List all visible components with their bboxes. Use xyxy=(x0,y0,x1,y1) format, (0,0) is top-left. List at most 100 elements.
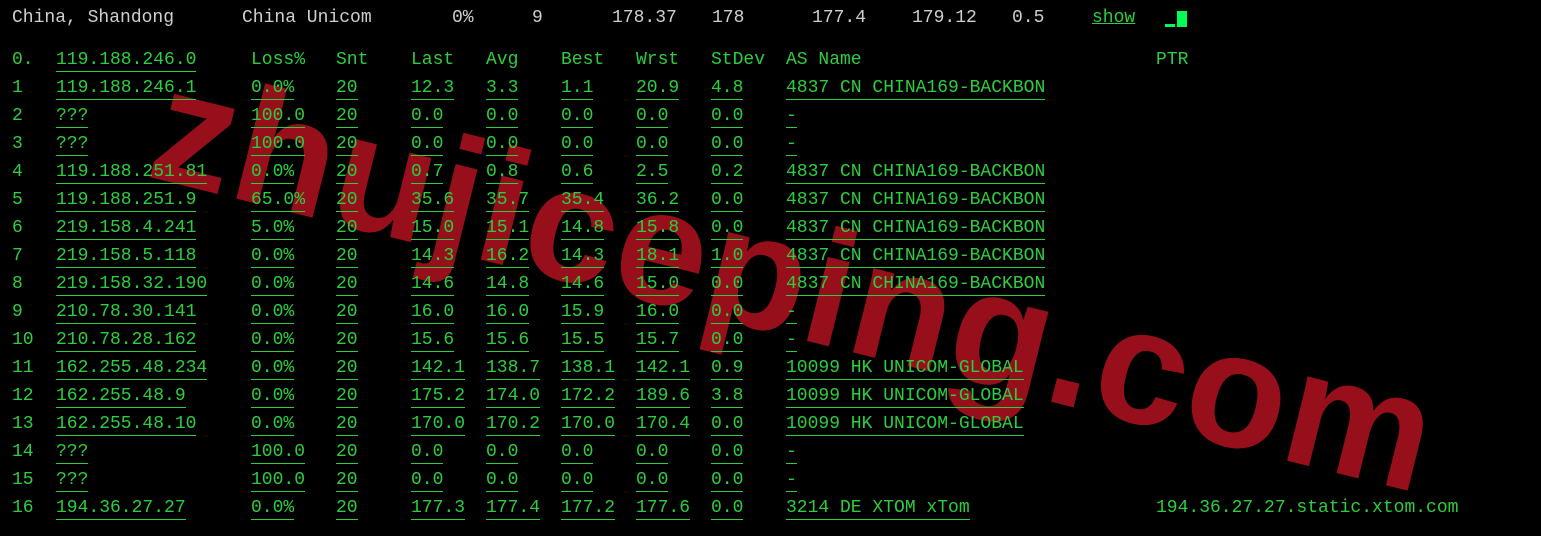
col-asname: AS Name xyxy=(786,50,1156,70)
hop-snt: 20 xyxy=(336,498,411,518)
hop-snt: 20 xyxy=(336,414,411,434)
hop-best: 138.1 xyxy=(561,358,636,378)
hop-wrst: 177.6 xyxy=(636,498,711,518)
hop-loss: 0.0% xyxy=(251,498,336,518)
hop-asname: 4837 CN CHINA169-BACKBON xyxy=(786,190,1156,210)
hop-snt: 20 xyxy=(336,134,411,154)
hop-host: 119.188.251.9 xyxy=(56,190,251,210)
hop-stdev: 0.0 xyxy=(711,498,786,518)
hop-ptr: 194.36.27.27.static.xtom.com xyxy=(1156,498,1529,518)
summary-loss: 0% xyxy=(452,8,532,28)
col-wrst: Wrst xyxy=(636,50,711,70)
summary-last: 178 xyxy=(712,8,812,28)
hop-loss: 0.0% xyxy=(251,78,336,98)
table-row: 3???100.0200.00.00.00.00.0- xyxy=(12,130,1529,158)
hop-wrst: 0.0 xyxy=(636,106,711,126)
hop-last: 14.3 xyxy=(411,246,486,266)
hop-best: 0.6 xyxy=(561,162,636,182)
hop-index: 9 xyxy=(12,302,56,322)
hop-index: 14 xyxy=(12,442,56,462)
show-link[interactable]: show xyxy=(1092,8,1135,28)
hop-loss: 0.0% xyxy=(251,386,336,406)
hop-stdev: 0.0 xyxy=(711,302,786,322)
hop-best: 15.9 xyxy=(561,302,636,322)
hop-snt: 20 xyxy=(336,358,411,378)
summary-isp: China Unicom xyxy=(242,8,452,28)
table-row: 10210.78.28.1620.0%2015.615.615.515.70.0… xyxy=(12,326,1529,354)
hop-best: 14.6 xyxy=(561,274,636,294)
hop-asname: 4837 CN CHINA169-BACKBON xyxy=(786,246,1156,266)
hop-avg: 35.7 xyxy=(486,190,561,210)
hop-asname: 4837 CN CHINA169-BACKBON xyxy=(786,274,1156,294)
hop-stdev: 0.0 xyxy=(711,442,786,462)
hop-loss: 100.0 xyxy=(251,442,336,462)
hop-wrst: 2.5 xyxy=(636,162,711,182)
hop-avg: 0.0 xyxy=(486,442,561,462)
traceroute-table: 0. 119.188.246.0 Loss% Snt Last Avg Best… xyxy=(12,46,1529,522)
col-loss: Loss% xyxy=(251,50,336,70)
hop-index: 15 xyxy=(12,470,56,490)
mini-graph-icon xyxy=(1165,9,1195,27)
summary-avg: 178.37 xyxy=(612,8,712,28)
hop-host: 194.36.27.27 xyxy=(56,498,251,518)
hop-snt: 20 xyxy=(336,190,411,210)
hop-host: ??? xyxy=(56,442,251,462)
hop-wrst: 16.0 xyxy=(636,302,711,322)
table-row: 2???100.0200.00.00.00.00.0- xyxy=(12,102,1529,130)
hop-wrst: 20.9 xyxy=(636,78,711,98)
table-row: 11162.255.48.2340.0%20142.1138.7138.1142… xyxy=(12,354,1529,382)
table-row: 12162.255.48.90.0%20175.2174.0172.2189.6… xyxy=(12,382,1529,410)
col-host: 119.188.246.0 xyxy=(56,50,251,70)
col-best: Best xyxy=(561,50,636,70)
table-row: 7219.158.5.1180.0%2014.316.214.318.11.04… xyxy=(12,242,1529,270)
hop-last: 0.7 xyxy=(411,162,486,182)
hop-last: 35.6 xyxy=(411,190,486,210)
hop-avg: 14.8 xyxy=(486,274,561,294)
hop-index: 2 xyxy=(12,106,56,126)
hop-index: 3 xyxy=(12,134,56,154)
hop-snt: 20 xyxy=(336,246,411,266)
hop-avg: 0.0 xyxy=(486,106,561,126)
hop-wrst: 170.4 xyxy=(636,414,711,434)
hop-avg: 15.6 xyxy=(486,330,561,350)
hop-asname: 10099 HK UNICOM-GLOBAL xyxy=(786,414,1156,434)
hop-best: 15.5 xyxy=(561,330,636,350)
hop-loss: 100.0 xyxy=(251,470,336,490)
hop-host: 219.158.5.118 xyxy=(56,246,251,266)
hop-loss: 0.0% xyxy=(251,358,336,378)
col-snt: Snt xyxy=(336,50,411,70)
hop-asname: - xyxy=(786,106,1156,126)
col-stdev: StDev xyxy=(711,50,786,70)
hop-host: ??? xyxy=(56,106,251,126)
hop-wrst: 18.1 xyxy=(636,246,711,266)
hop-avg: 170.2 xyxy=(486,414,561,434)
hop-loss: 0.0% xyxy=(251,274,336,294)
hop-loss: 0.0% xyxy=(251,162,336,182)
hop-last: 15.0 xyxy=(411,218,486,238)
hop-avg: 16.2 xyxy=(486,246,561,266)
hop-index: 13 xyxy=(12,414,56,434)
hop-host: 219.158.4.241 xyxy=(56,218,251,238)
hop-stdev: 0.2 xyxy=(711,162,786,182)
hop-last: 177.3 xyxy=(411,498,486,518)
hop-snt: 20 xyxy=(336,470,411,490)
hop-index: 8 xyxy=(12,274,56,294)
hop-snt: 20 xyxy=(336,302,411,322)
hop-snt: 20 xyxy=(336,106,411,126)
hop-loss: 0.0% xyxy=(251,330,336,350)
hop-asname: 4837 CN CHINA169-BACKBON xyxy=(786,162,1156,182)
table-header-row: 0. 119.188.246.0 Loss% Snt Last Avg Best… xyxy=(12,46,1529,74)
hop-wrst: 0.0 xyxy=(636,442,711,462)
terminal-output: China, Shandong China Unicom 0% 9 178.37… xyxy=(0,0,1541,528)
table-row: 6219.158.4.2415.0%2015.015.114.815.80.04… xyxy=(12,214,1529,242)
hop-avg: 174.0 xyxy=(486,386,561,406)
hop-last: 0.0 xyxy=(411,442,486,462)
hop-avg: 3.3 xyxy=(486,78,561,98)
hop-best: 0.0 xyxy=(561,134,636,154)
hop-host: 219.158.32.190 xyxy=(56,274,251,294)
hop-loss: 0.0% xyxy=(251,414,336,434)
hop-avg: 177.4 xyxy=(486,498,561,518)
hop-asname: 10099 HK UNICOM-GLOBAL xyxy=(786,358,1156,378)
hop-loss: 0.0% xyxy=(251,246,336,266)
hop-index: 11 xyxy=(12,358,56,378)
